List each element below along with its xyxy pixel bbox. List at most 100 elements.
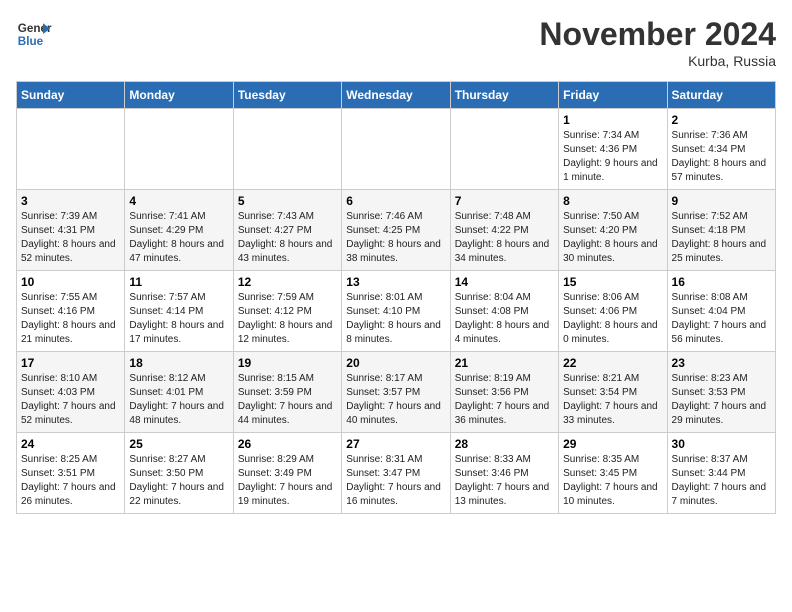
day-number: 5: [238, 194, 337, 208]
logo-icon: General Blue: [16, 16, 52, 52]
day-number: 6: [346, 194, 445, 208]
calendar-cell: 5 Sunrise: 7:43 AM Sunset: 4:27 PM Daylig…: [233, 190, 341, 271]
page-header: General Blue November 2024 Kurba, Russia: [16, 16, 776, 69]
day-info: Sunrise: 8:19 AM Sunset: 3:56 PM Dayligh…: [455, 372, 554, 428]
logo: General Blue: [16, 16, 52, 52]
day-number: 24: [21, 437, 120, 451]
day-number: 8: [563, 194, 662, 208]
day-info: Sunrise: 7:43 AM Sunset: 4:27 PM Dayligh…: [238, 210, 337, 266]
calendar-cell: [125, 109, 233, 190]
calendar-cell: [233, 109, 341, 190]
day-number: 17: [21, 356, 120, 370]
day-number: 7: [455, 194, 554, 208]
day-number: 25: [129, 437, 228, 451]
calendar-cell: 29 Sunrise: 8:35 AM Sunset: 3:45 PM Dayli…: [559, 433, 667, 514]
header-day: Saturday: [667, 82, 775, 109]
day-number: 4: [129, 194, 228, 208]
day-number: 9: [672, 194, 771, 208]
calendar-cell: 3Sunrise: 7:39 AM Sunset: 4:31 PM Daylig…: [17, 190, 125, 271]
day-info: Sunrise: 8:10 AM Sunset: 4:03 PM Dayligh…: [21, 372, 120, 428]
day-info: Sunrise: 8:33 AM Sunset: 3:46 PM Dayligh…: [455, 453, 554, 509]
day-info: Sunrise: 8:01 AM Sunset: 4:10 PM Dayligh…: [346, 291, 445, 347]
header-day: Friday: [559, 82, 667, 109]
calendar-cell: 19 Sunrise: 8:15 AM Sunset: 3:59 PM Dayli…: [233, 352, 341, 433]
calendar-cell: 25 Sunrise: 8:27 AM Sunset: 3:50 PM Dayli…: [125, 433, 233, 514]
calendar-cell: 15 Sunrise: 8:06 AM Sunset: 4:06 PM Dayli…: [559, 271, 667, 352]
day-info: Sunrise: 7:55 AM Sunset: 4:16 PM Dayligh…: [21, 291, 120, 347]
day-info: Sunrise: 7:57 AM Sunset: 4:14 PM Dayligh…: [129, 291, 228, 347]
calendar-cell: 11 Sunrise: 7:57 AM Sunset: 4:14 PM Dayli…: [125, 271, 233, 352]
day-info: Sunrise: 8:17 AM Sunset: 3:57 PM Dayligh…: [346, 372, 445, 428]
day-number: 10: [21, 275, 120, 289]
calendar-cell: 27Sunrise: 8:31 AM Sunset: 3:47 PM Dayli…: [342, 433, 450, 514]
day-number: 28: [455, 437, 554, 451]
calendar-cell: 16Sunrise: 8:08 AM Sunset: 4:04 PM Dayli…: [667, 271, 775, 352]
calendar-cell: 30Sunrise: 8:37 AM Sunset: 3:44 PM Dayli…: [667, 433, 775, 514]
day-info: Sunrise: 7:52 AM Sunset: 4:18 PM Dayligh…: [672, 210, 771, 266]
calendar-cell: 24 Sunrise: 8:25 AM Sunset: 3:51 PM Dayli…: [17, 433, 125, 514]
day-info: Sunrise: 8:27 AM Sunset: 3:50 PM Dayligh…: [129, 453, 228, 509]
day-info: Sunrise: 8:06 AM Sunset: 4:06 PM Dayligh…: [563, 291, 662, 347]
day-info: Sunrise: 8:12 AM Sunset: 4:01 PM Dayligh…: [129, 372, 228, 428]
day-number: 26: [238, 437, 337, 451]
calendar-week: 10 Sunrise: 7:55 AM Sunset: 4:16 PM Dayli…: [17, 271, 776, 352]
day-number: 19: [238, 356, 337, 370]
calendar-cell: 7 Sunrise: 7:48 AM Sunset: 4:22 PM Daylig…: [450, 190, 558, 271]
calendar-cell: 26Sunrise: 8:29 AM Sunset: 3:49 PM Dayli…: [233, 433, 341, 514]
header-day: Tuesday: [233, 82, 341, 109]
header-day: Wednesday: [342, 82, 450, 109]
svg-text:Blue: Blue: [18, 35, 44, 48]
day-info: Sunrise: 8:23 AM Sunset: 3:53 PM Dayligh…: [672, 372, 771, 428]
day-info: Sunrise: 8:21 AM Sunset: 3:54 PM Dayligh…: [563, 372, 662, 428]
day-number: 1: [563, 113, 662, 127]
day-number: 22: [563, 356, 662, 370]
calendar-cell: [17, 109, 125, 190]
day-info: Sunrise: 7:48 AM Sunset: 4:22 PM Dayligh…: [455, 210, 554, 266]
day-number: 23: [672, 356, 771, 370]
calendar-week: 3Sunrise: 7:39 AM Sunset: 4:31 PM Daylig…: [17, 190, 776, 271]
day-number: 2: [672, 113, 771, 127]
day-info: Sunrise: 8:35 AM Sunset: 3:45 PM Dayligh…: [563, 453, 662, 509]
day-info: Sunrise: 8:31 AM Sunset: 3:47 PM Dayligh…: [346, 453, 445, 509]
day-number: 12: [238, 275, 337, 289]
title-block: November 2024 Kurba, Russia: [539, 16, 776, 69]
day-number: 20: [346, 356, 445, 370]
day-number: 11: [129, 275, 228, 289]
day-info: Sunrise: 7:59 AM Sunset: 4:12 PM Dayligh…: [238, 291, 337, 347]
day-info: Sunrise: 7:41 AM Sunset: 4:29 PM Dayligh…: [129, 210, 228, 266]
header-day: Thursday: [450, 82, 558, 109]
calendar-cell: 4 Sunrise: 7:41 AM Sunset: 4:29 PM Daylig…: [125, 190, 233, 271]
calendar-week: 1 Sunrise: 7:34 AM Sunset: 4:36 PM Daylig…: [17, 109, 776, 190]
calendar-cell: 14Sunrise: 8:04 AM Sunset: 4:08 PM Dayli…: [450, 271, 558, 352]
day-number: 18: [129, 356, 228, 370]
calendar-cell: 6Sunrise: 7:46 AM Sunset: 4:25 PM Daylig…: [342, 190, 450, 271]
day-number: 13: [346, 275, 445, 289]
day-info: Sunrise: 8:08 AM Sunset: 4:04 PM Dayligh…: [672, 291, 771, 347]
month-title: November 2024: [539, 16, 776, 53]
calendar-table: SundayMondayTuesdayWednesdayThursdayFrid…: [16, 81, 776, 514]
calendar-cell: 2Sunrise: 7:36 AM Sunset: 4:34 PM Daylig…: [667, 109, 775, 190]
day-info: Sunrise: 8:15 AM Sunset: 3:59 PM Dayligh…: [238, 372, 337, 428]
day-number: 29: [563, 437, 662, 451]
day-number: 3: [21, 194, 120, 208]
calendar-cell: [450, 109, 558, 190]
calendar-cell: 10 Sunrise: 7:55 AM Sunset: 4:16 PM Dayli…: [17, 271, 125, 352]
calendar-cell: 12 Sunrise: 7:59 AM Sunset: 4:12 PM Dayli…: [233, 271, 341, 352]
day-number: 15: [563, 275, 662, 289]
calendar-cell: 28 Sunrise: 8:33 AM Sunset: 3:46 PM Dayli…: [450, 433, 558, 514]
day-info: Sunrise: 8:04 AM Sunset: 4:08 PM Dayligh…: [455, 291, 554, 347]
calendar-cell: 22 Sunrise: 8:21 AM Sunset: 3:54 PM Dayli…: [559, 352, 667, 433]
calendar-cell: 18 Sunrise: 8:12 AM Sunset: 4:01 PM Dayli…: [125, 352, 233, 433]
calendar-cell: 1 Sunrise: 7:34 AM Sunset: 4:36 PM Daylig…: [559, 109, 667, 190]
day-number: 21: [455, 356, 554, 370]
day-info: Sunrise: 8:37 AM Sunset: 3:44 PM Dayligh…: [672, 453, 771, 509]
calendar-cell: 8 Sunrise: 7:50 AM Sunset: 4:20 PM Daylig…: [559, 190, 667, 271]
day-info: Sunrise: 8:25 AM Sunset: 3:51 PM Dayligh…: [21, 453, 120, 509]
header-row: SundayMondayTuesdayWednesdayThursdayFrid…: [17, 82, 776, 109]
calendar-cell: 9 Sunrise: 7:52 AM Sunset: 4:18 PM Daylig…: [667, 190, 775, 271]
day-info: Sunrise: 7:50 AM Sunset: 4:20 PM Dayligh…: [563, 210, 662, 266]
calendar-cell: 20 Sunrise: 8:17 AM Sunset: 3:57 PM Dayli…: [342, 352, 450, 433]
day-info: Sunrise: 7:34 AM Sunset: 4:36 PM Dayligh…: [563, 129, 662, 185]
calendar-cell: 13 Sunrise: 8:01 AM Sunset: 4:10 PM Dayli…: [342, 271, 450, 352]
header-day: Monday: [125, 82, 233, 109]
